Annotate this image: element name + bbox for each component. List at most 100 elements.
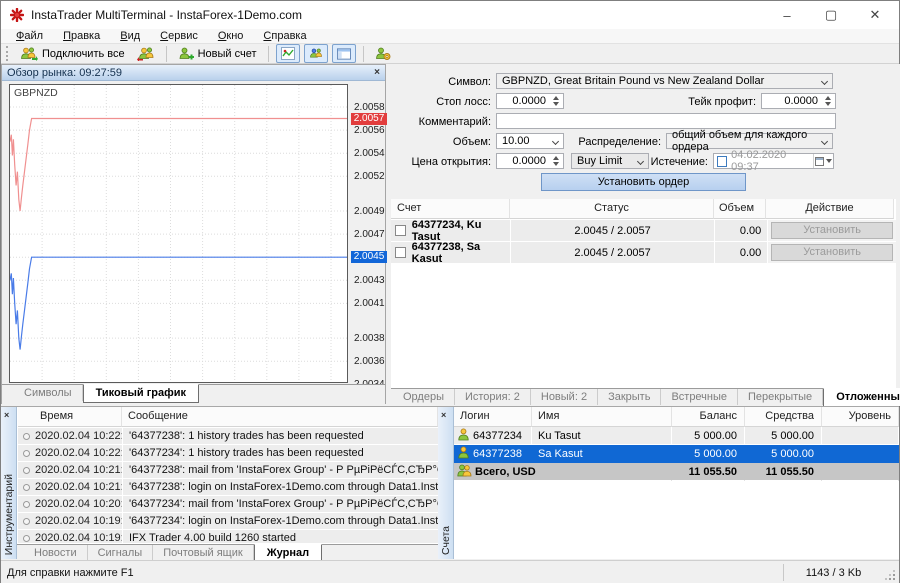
symbol-select[interactable]: GBPNZD, Great Britain Pound vs New Zeala… [496,73,833,89]
log-bullet-icon [23,501,30,508]
orders-tab[interactable]: Ордеры [393,389,455,405]
terminal-tab[interactable]: Почтовый ящик [153,545,253,561]
order-status: 2.0045 / 2.0057 [511,220,715,241]
expiration-checkbox[interactable] [717,156,727,167]
orders-tab[interactable]: Новый: 2 [531,389,598,405]
connect-all-button[interactable]: Подключить все [16,44,129,63]
disconnect-all-button[interactable] [133,44,159,63]
journal-row[interactable]: 2020.02.04 10:21:0...'64377238': login o… [18,479,438,495]
place-order-button[interactable]: Установить ордер [541,173,746,191]
journal-row[interactable]: 2020.02.04 10:22:2...'64377234': 1 histo… [18,445,438,461]
journal-time: 2020.02.04 10:21:1... [18,462,122,478]
take-profit-label: Тейк профит: [656,96,756,108]
spin-down-icon[interactable] [825,102,831,106]
menu-item[interactable]: Вид [110,30,150,42]
journal-row[interactable]: 2020.02.04 10:22:2...'64377238': 1 histo… [18,428,438,444]
column-header-time[interactable]: Время [18,407,122,427]
order-row[interactable]: 64377238, Sa Kasut2.0045 / 2.00570.00Уст… [391,242,896,263]
accounts-table: Логин Имя Баланс Средства Уровень 643772… [454,407,899,559]
open-price-input[interactable]: 0.0000 [496,153,564,169]
journal-row[interactable]: 2020.02.04 10:21:1...'64377238': mail fr… [18,462,438,478]
distribution-select[interactable]: общий объем для каждого ордера [666,133,833,149]
accounts-vertical-tab[interactable]: × Счета [438,407,454,559]
column-header-level[interactable]: Уровень [822,407,899,427]
orders-tab[interactable]: История: 2 [455,389,531,405]
row-checkbox[interactable] [395,247,406,258]
price-axis-label: 2.0036 [354,356,385,367]
take-profit-input[interactable]: 0.0000 [761,93,836,109]
total-funds: 11 055.50 [745,463,822,481]
terminal-toggle-button[interactable] [332,44,356,63]
spin-down-icon[interactable] [553,162,559,166]
column-header-action[interactable]: Действие [766,199,894,219]
column-header-name[interactable]: Имя [532,407,672,427]
market-watch-toggle-button[interactable] [276,44,300,63]
menu-item[interactable]: Справка [253,30,316,42]
price-axis-label: 2.0052 [354,171,385,182]
journal-row[interactable]: 2020.02.04 10:19:3...IFX Trader 4.00 bui… [18,530,438,543]
menu-item[interactable]: Окно [208,30,254,42]
toolbar-grip[interactable] [6,46,9,61]
orders-tab[interactable]: Перекрытые [738,389,823,405]
row-checkbox[interactable] [395,225,406,236]
orders-tab[interactable]: Встречные [661,389,738,405]
orders-tab[interactable]: Закрыть [598,389,661,405]
account-row[interactable]: 64377234Ku Tasut5 000.005 000.00 [454,427,899,445]
stop-loss-stepper[interactable] [549,95,562,107]
accounts-close-icon[interactable]: × [441,410,446,420]
accounts-toggle-button[interactable] [304,44,328,63]
column-header-status[interactable]: Статус [510,199,714,219]
market-watch-tab[interactable]: Тиковый график [83,384,199,403]
calendar-button[interactable] [813,154,833,168]
volume-select[interactable]: 10.00 [496,133,564,149]
price-axis-label: 2.0047 [354,229,385,240]
spin-up-icon[interactable] [553,156,559,160]
account-row[interactable]: 64377238Sa Kasut5 000.005 000.00 [454,445,899,463]
toolbox-close-icon[interactable]: × [4,410,9,420]
orders-tab[interactable]: Отложенный [823,388,900,407]
market-watch-tab[interactable]: Символы [14,385,83,401]
row-place-button[interactable]: Установить [771,244,893,261]
resize-grip[interactable] [893,578,895,580]
close-button[interactable]: ✕ [853,1,897,29]
column-header-balance[interactable]: Баланс [672,407,745,427]
market-watch-close-icon[interactable]: × [374,68,380,78]
column-header-account[interactable]: Счет [391,199,510,219]
column-header-volume[interactable]: Объем [714,199,766,219]
comment-input[interactable] [496,113,836,129]
stop-loss-label: Стоп лосс: [391,96,491,108]
terminal-tab[interactable]: Новости [24,545,88,561]
maximize-button[interactable]: ▢ [809,1,853,29]
row-place-button[interactable]: Установить [771,222,893,239]
symbol-label: Символ: [391,76,491,88]
volume-label: Объем: [391,136,491,148]
new-account-button[interactable]: Новый счет [174,44,261,63]
price-axis-label: 2.0056 [354,125,385,136]
tick-chart-area[interactable]: GBPNZD [9,84,348,383]
stop-loss-input[interactable]: 0.0000 [496,93,564,109]
spin-down-icon[interactable] [553,102,559,106]
account-login: 64377238 [473,448,522,460]
minimize-button[interactable]: – [765,1,809,29]
toolbox-vertical-tab[interactable]: × Инструментарий [1,407,17,559]
journal-row[interactable]: 2020.02.04 10:19:5...'64377234': login o… [18,513,438,529]
column-header-funds[interactable]: Средства [745,407,822,427]
menu-item[interactable]: Файл [6,30,53,42]
open-price-stepper[interactable] [549,155,562,167]
column-header-message[interactable]: Сообщение [122,407,438,427]
users-connect-icon [20,47,38,61]
terminal-tab[interactable]: Сигналы [88,545,154,561]
take-profit-stepper[interactable] [821,95,834,107]
journal-message: '64377238': 1 history trades has been re… [123,428,438,444]
order-row[interactable]: 64377234, Ku Tasut2.0045 / 2.00570.00Уст… [391,220,896,241]
column-header-login[interactable]: Логин [454,407,532,427]
log-bullet-icon [23,518,30,525]
menu-item[interactable]: Правка [53,30,110,42]
spin-up-icon[interactable] [825,96,831,100]
spin-up-icon[interactable] [553,96,559,100]
menu-item[interactable]: Сервис [150,30,208,42]
expiration-field[interactable]: 04.02.2020 09:37 [713,153,834,169]
options-button[interactable] [371,44,395,63]
market-watch-icon [281,47,295,60]
journal-row[interactable]: 2020.02.04 10:20:0...'64377234': mail fr… [18,496,438,512]
